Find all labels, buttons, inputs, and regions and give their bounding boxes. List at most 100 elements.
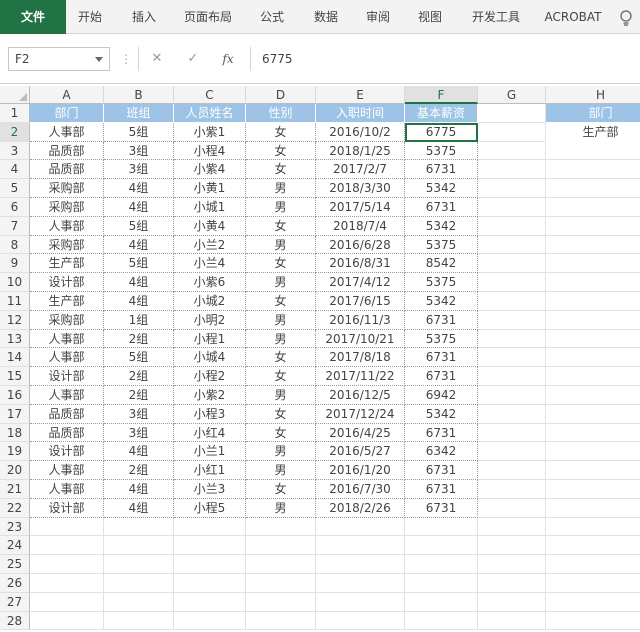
ribbon-tab[interactable]: 视图 xyxy=(412,0,448,34)
table-cell[interactable]: 6731 xyxy=(405,310,478,330)
table-cell[interactable]: 男 xyxy=(246,273,316,292)
table-cell[interactable]: 3组 xyxy=(104,423,174,443)
table-cell[interactable]: 2016/6/28 xyxy=(316,235,405,255)
grid-cell[interactable] xyxy=(546,461,640,480)
table-cell[interactable]: 男 xyxy=(246,442,316,462)
grid-cell[interactable] xyxy=(546,198,640,217)
table-cell[interactable]: 2018/7/4 xyxy=(316,216,405,236)
table-cell[interactable]: 2017/12/24 xyxy=(316,404,405,424)
grid-cell[interactable] xyxy=(478,461,546,480)
insert-function-icon[interactable]: fx xyxy=(217,48,239,70)
row-header[interactable]: 10 xyxy=(0,273,30,292)
row-header[interactable]: 6 xyxy=(0,198,30,217)
grid-cell[interactable] xyxy=(546,424,640,443)
grid-cell[interactable] xyxy=(174,536,246,556)
grid-cell[interactable] xyxy=(174,555,246,574)
table-cell[interactable]: 5342 xyxy=(405,179,478,198)
grid-cell[interactable] xyxy=(405,574,478,593)
grid-cell[interactable] xyxy=(104,517,174,537)
grid-cell[interactable] xyxy=(30,574,104,593)
grid-cell[interactable] xyxy=(478,273,546,292)
grid-cell[interactable] xyxy=(174,574,246,593)
ribbon-tab[interactable]: 开始 xyxy=(72,0,108,34)
table-cell[interactable]: 4组 xyxy=(104,498,174,518)
row-header[interactable]: 2 xyxy=(0,122,30,142)
column-header[interactable]: A xyxy=(30,86,104,104)
grid-cell[interactable] xyxy=(546,179,640,198)
table-cell[interactable]: 小程1 xyxy=(174,329,246,349)
table-cell[interactable]: 女 xyxy=(246,404,316,424)
table-cell[interactable]: 5组 xyxy=(104,216,174,236)
table-cell[interactable]: 3组 xyxy=(104,160,174,180)
table-cell[interactable]: 人事部 xyxy=(30,329,104,349)
grid-cell[interactable] xyxy=(478,367,546,386)
grid-cell[interactable] xyxy=(316,574,405,593)
table-cell[interactable]: 6731 xyxy=(405,367,478,386)
table-cell[interactable]: 女 xyxy=(246,160,316,180)
grid-cell[interactable] xyxy=(246,611,316,631)
grid-cell[interactable] xyxy=(405,592,478,612)
grid-cell[interactable] xyxy=(478,198,546,217)
grid-cell[interactable] xyxy=(478,480,546,499)
grid-cell[interactable] xyxy=(478,254,546,274)
row-header[interactable]: 26 xyxy=(0,574,30,593)
table-cell[interactable]: 6731 xyxy=(405,160,478,180)
row-header[interactable]: 27 xyxy=(0,592,30,612)
table-cell[interactable]: 小紫6 xyxy=(174,273,246,292)
table-cell[interactable]: 6731 xyxy=(405,348,478,368)
grid-cell[interactable] xyxy=(174,611,246,631)
table-cell[interactable]: 女 xyxy=(246,141,316,161)
grid-cell[interactable] xyxy=(104,555,174,574)
table-cell[interactable]: 2016/5/27 xyxy=(316,442,405,462)
row-header[interactable]: 1 xyxy=(0,104,30,123)
table-cell[interactable]: 小程5 xyxy=(174,498,246,518)
table-cell[interactable]: 人事部 xyxy=(30,122,104,142)
table-cell[interactable]: 8542 xyxy=(405,254,478,274)
grid-cell[interactable] xyxy=(478,404,546,424)
row-header[interactable]: 13 xyxy=(0,329,30,349)
column-header[interactable]: F xyxy=(405,86,478,104)
row-header[interactable]: 21 xyxy=(0,480,30,499)
table-cell[interactable]: 5375 xyxy=(405,329,478,349)
table-cell[interactable]: 品质部 xyxy=(30,404,104,424)
chevron-down-icon[interactable] xyxy=(95,57,103,62)
grid-cell[interactable] xyxy=(546,142,640,161)
table-cell[interactable]: 6731 xyxy=(405,423,478,443)
table-cell[interactable]: 小兰1 xyxy=(174,442,246,462)
table-cell[interactable]: 品质部 xyxy=(30,141,104,161)
table-cell[interactable]: 2017/10/21 xyxy=(316,329,405,349)
table-cell[interactable]: 5375 xyxy=(405,273,478,292)
table-cell[interactable]: 人事部 xyxy=(30,386,104,405)
table-cell[interactable]: 男 xyxy=(246,235,316,255)
table-cell[interactable]: 6731 xyxy=(405,498,478,518)
table-cell[interactable]: 女 xyxy=(246,367,316,386)
table-cell[interactable]: 女 xyxy=(246,423,316,443)
grid-cell[interactable] xyxy=(316,536,405,556)
table-cell[interactable]: 4组 xyxy=(104,442,174,462)
table-cell[interactable]: 采购部 xyxy=(30,179,104,198)
row-header[interactable]: 3 xyxy=(0,141,30,161)
table-cell[interactable]: 4组 xyxy=(104,292,174,311)
table-header-cell[interactable]: 基本薪资 xyxy=(405,104,478,123)
table-cell[interactable]: 6731 xyxy=(405,480,478,499)
table-cell[interactable]: 小红4 xyxy=(174,423,246,443)
row-header[interactable]: 7 xyxy=(0,216,30,236)
table-cell[interactable]: 人事部 xyxy=(30,461,104,480)
table-cell[interactable]: 采购部 xyxy=(30,310,104,330)
row-header[interactable]: 18 xyxy=(0,423,30,443)
row-header[interactable]: 22 xyxy=(0,498,30,518)
table-cell[interactable]: 4组 xyxy=(104,198,174,217)
table-cell[interactable]: 4组 xyxy=(104,480,174,499)
grid-cell[interactable] xyxy=(405,536,478,556)
lightbulb-icon[interactable] xyxy=(614,0,638,34)
row-header[interactable]: 17 xyxy=(0,404,30,424)
grid-cell[interactable] xyxy=(316,517,405,537)
column-header[interactable]: H xyxy=(546,86,640,104)
criteria-value-cell[interactable]: 生产部 xyxy=(546,123,640,142)
table-cell[interactable]: 男 xyxy=(246,198,316,217)
table-cell[interactable]: 2017/11/22 xyxy=(316,367,405,386)
table-cell[interactable]: 2017/2/7 xyxy=(316,160,405,180)
table-header-cell[interactable]: 人员姓名 xyxy=(174,104,246,123)
cancel-icon[interactable]: ✕ xyxy=(146,48,168,70)
grid-cell[interactable] xyxy=(546,160,640,180)
